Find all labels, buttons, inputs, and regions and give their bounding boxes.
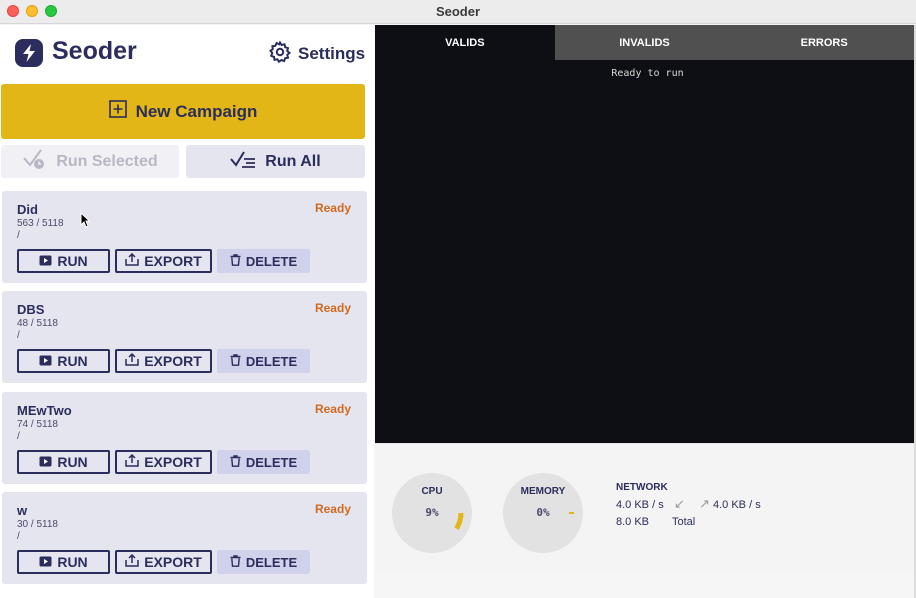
check-list-icon — [230, 150, 256, 173]
memory-value: 0% — [536, 506, 550, 519]
delete-button[interactable]: DELETE — [217, 550, 310, 574]
gear-icon — [268, 39, 292, 69]
export-label: EXPORT — [144, 353, 202, 369]
run-selected-button[interactable]: Run Selected — [1, 145, 179, 178]
network-download-rate: 4.0 KB / s — [616, 499, 664, 511]
run-all-label: Run All — [265, 152, 321, 170]
campaign-name: Did — [17, 202, 38, 217]
status-badge: Ready — [314, 402, 351, 416]
title-bar: Seoder — [0, 0, 916, 24]
memory-label: MEMORY — [520, 486, 566, 497]
status-badge: Ready — [314, 201, 351, 215]
system-monitor: CPU 9% MEMORY 0% NETWORK 4.0 KB / s ↙ ↗ … — [375, 443, 914, 572]
run-button[interactable]: RUN — [17, 450, 110, 474]
settings-label: Settings — [298, 44, 366, 63]
run-selected-label: Run Selected — [56, 152, 158, 170]
run-label: RUN — [57, 353, 88, 369]
trash-icon — [230, 554, 241, 570]
delete-button[interactable]: DELETE — [217, 450, 310, 474]
upload-icon — [125, 252, 139, 269]
console-text: Ready to run — [611, 68, 684, 79]
memory-gauge: MEMORY 0% — [503, 473, 583, 553]
export-button[interactable]: EXPORT — [115, 349, 212, 373]
campaign-name: DBS — [17, 302, 45, 317]
cpu-value: 9% — [425, 506, 439, 519]
arrow-up-right-icon: ↗ — [699, 496, 710, 511]
trash-icon — [230, 454, 241, 470]
delete-label: DELETE — [245, 253, 298, 269]
delete-label: DELETE — [245, 353, 298, 369]
play-icon — [39, 454, 52, 470]
campaign-card[interactable]: MEwTwo 74 / 5118 / Ready RUN EXPORT DELE… — [2, 392, 367, 484]
play-icon — [39, 353, 52, 369]
campaign-name: MEwTwo — [17, 403, 72, 418]
run-label: RUN — [57, 253, 88, 269]
delete-button[interactable]: DELETE — [217, 349, 310, 373]
tab-invalids[interactable]: INVALIDS — [555, 25, 735, 60]
campaign-path: / — [17, 531, 20, 542]
check-clock-icon — [22, 148, 46, 175]
network-total-value: 8.0 KB — [616, 516, 650, 528]
new-campaign-label: New Campaign — [135, 101, 258, 121]
export-button[interactable]: EXPORT — [115, 450, 212, 474]
brand-name: Seoder — [52, 37, 137, 65]
campaign-card[interactable]: DBS 48 / 5118 / Ready RUN EXPORT DELETE — [2, 291, 367, 383]
network-upload-rate: 4.0 KB / s — [713, 499, 761, 511]
campaign-path: / — [17, 431, 20, 442]
campaign-count: 74 / 5118 — [17, 419, 58, 430]
arrow-down-left-icon: ↙ — [674, 496, 685, 511]
cpu-gauge: CPU 9% — [392, 473, 472, 553]
upload-icon — [125, 352, 139, 369]
run-button[interactable]: RUN — [17, 550, 110, 574]
campaign-count: 48 / 5118 — [17, 318, 58, 329]
run-button[interactable]: RUN — [17, 249, 110, 273]
tab-valids[interactable]: VALIDS — [375, 25, 555, 60]
trash-icon — [230, 253, 241, 269]
sidebar: Seoder Settings New Campaign Run Selecte… — [0, 25, 374, 598]
run-label: RUN — [57, 554, 88, 570]
bolt-icon — [15, 39, 43, 67]
console-tabs: VALIDS INVALIDS ERRORS — [375, 25, 914, 60]
status-badge: Ready — [314, 502, 351, 516]
campaign-card[interactable]: Did 563 / 5118 / Ready RUN EXPORT DELETE — [2, 191, 367, 283]
campaign-card[interactable]: w 30 / 5118 / Ready RUN EXPORT DELETE — [2, 492, 367, 584]
campaign-name: w — [17, 503, 28, 518]
tab-errors[interactable]: ERRORS — [734, 25, 914, 60]
export-label: EXPORT — [144, 554, 202, 570]
upload-icon — [125, 553, 139, 570]
play-icon — [39, 554, 52, 570]
delete-button[interactable]: DELETE — [217, 249, 310, 273]
upload-icon — [125, 453, 139, 470]
run-button[interactable]: RUN — [17, 349, 110, 373]
cpu-label: CPU — [421, 486, 443, 497]
mouse-cursor-icon — [80, 211, 91, 233]
new-campaign-button[interactable]: New Campaign — [1, 84, 365, 139]
run-all-button[interactable]: Run All — [186, 145, 365, 178]
network-total-label: Total — [672, 516, 696, 528]
campaign-path: / — [17, 230, 20, 241]
delete-label: DELETE — [245, 454, 298, 470]
plus-square-icon — [108, 100, 127, 123]
export-button[interactable]: EXPORT — [115, 550, 212, 574]
trash-icon — [230, 353, 241, 369]
campaign-path: / — [17, 330, 20, 341]
network-label: NETWORK — [616, 482, 668, 493]
status-badge: Ready — [314, 301, 351, 315]
play-icon — [39, 253, 52, 269]
campaign-count: 563 / 5118 — [17, 218, 64, 229]
settings-button[interactable]: Settings — [268, 39, 366, 69]
console-output[interactable]: Ready to run — [375, 60, 914, 443]
window-title: Seoder — [435, 4, 481, 19]
delete-label: DELETE — [245, 554, 298, 570]
run-label: RUN — [57, 454, 88, 470]
campaign-count: 30 / 5118 — [17, 519, 58, 530]
app-window: Seoder Seoder Settings New Campaign Run … — [0, 0, 916, 598]
export-label: EXPORT — [144, 253, 202, 269]
export-label: EXPORT — [144, 454, 202, 470]
export-button[interactable]: EXPORT — [115, 249, 212, 273]
